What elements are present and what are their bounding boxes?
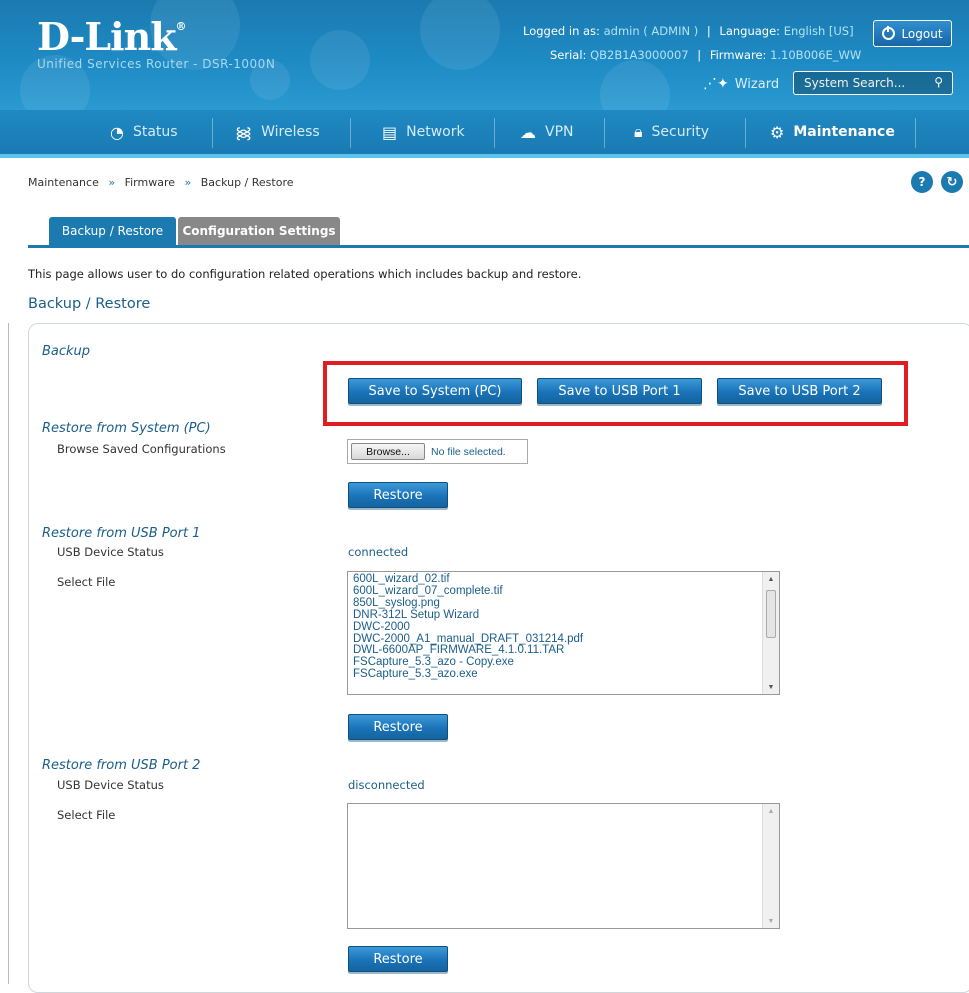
magic-wand-icon: ⋰✦ [703,76,729,92]
lock-icon: 🔒︎ [634,122,643,141]
decor-bubble [420,0,500,70]
nav-label: VPN [545,124,574,140]
browse-label: Browse Saved Configurations [57,442,226,456]
product-subtitle: Unified Services Router - DSR-1000N [37,57,276,71]
logged-in-user: admin ( ADMIN ) [603,24,699,38]
browse-button[interactable]: Browse... [351,443,425,460]
language-label: Language: [719,24,781,38]
restore-usb2-heading: Restore from USB Port 2 [42,758,201,773]
nav-label: Status [132,124,178,140]
nav-vpn[interactable]: ☁ VPN [520,110,574,154]
config-file-input[interactable]: Browse... No file selected. [347,439,528,464]
login-info: Logged in as: admin ( ADMIN ) | Language… [523,24,854,38]
usb2-status-label: USB Device Status [57,778,164,792]
main-nav: ◔ Status ᯼ Wireless ▤ Network ☁ VPN 🔒︎ S… [0,110,969,158]
nav-status[interactable]: ◔ Status [110,110,178,154]
usb1-file-list[interactable]: 600L_wizard_02.tif 600L_wizard_07_comple… [347,571,780,695]
logout-button[interactable]: Logout [873,20,952,47]
page-title: Backup / Restore [28,296,151,312]
list-item[interactable]: FSCapture_5.3_azo.exe [353,668,583,681]
list-item[interactable]: 850L_syslog.png [353,597,583,610]
scroll-up-icon[interactable]: ▲ [763,804,779,818]
breadcrumb-separator: » [184,176,192,189]
list-item[interactable]: DNR-312L Setup Wizard [353,609,583,622]
file-status: No file selected. [431,445,506,458]
usb1-status-value: connected [348,545,409,559]
nav-divider [212,118,213,148]
firmware-value: 1.10B006E_WW [770,48,862,62]
cloud-lock-icon: ☁ [520,122,536,142]
nav-label: Maintenance [793,124,895,140]
restore-pc-button[interactable]: Restore [348,482,448,508]
system-search-input[interactable]: System Search... ⚲ [793,71,953,95]
page-edge [8,323,9,984]
tab-backup-restore[interactable]: Backup / Restore [49,217,176,245]
nav-wireless[interactable]: ᯼ Wireless [235,110,320,154]
scroll-down-icon[interactable]: ▼ [763,914,779,928]
restore-usb2-button[interactable]: Restore [348,946,448,972]
dlink-logo: D-Link® [37,14,187,59]
breadcrumb: Maintenance » Firmware » Backup / Restor… [28,176,294,189]
nav-network[interactable]: ▤ Network [382,110,465,154]
firmware-label: Firmware: [709,48,767,62]
nav-security[interactable]: 🔒︎ Security [634,110,709,154]
breadcrumb-item[interactable]: Maintenance [28,176,99,189]
page-description: This page allows user to do configuratio… [28,267,582,281]
power-icon [882,26,896,40]
highlight-box [323,361,908,426]
scroll-down-icon[interactable]: ▼ [763,680,779,694]
usb2-list-scrollbar[interactable]: ▲ ▼ [762,804,779,928]
nav-divider [494,118,495,148]
nav-divider [604,118,605,148]
logged-in-label: Logged in as: [523,24,600,38]
wizard-link[interactable]: ⋰✦ Wizard [703,76,779,92]
backup-heading: Backup [42,344,91,359]
help-icon[interactable]: ? [911,171,933,193]
usb2-select-label: Select File [57,808,116,822]
nav-divider [745,118,746,148]
decor-bubble [600,60,670,110]
scroll-up-icon[interactable]: ▲ [763,572,779,586]
wifi-icon: ᯼ [235,123,253,142]
monitor-icon: ▤ [382,122,398,142]
header-banner: D-Link® Unified Services Router - DSR-10… [0,0,969,110]
nav-divider [350,118,351,148]
gauge-icon: ◔ [110,122,124,142]
scroll-thumb[interactable] [766,590,776,638]
tab-configuration-settings[interactable]: Configuration Settings [178,217,340,245]
nav-maintenance[interactable]: ⚙ Maintenance [770,110,895,154]
usb2-status-value: disconnected [348,778,425,792]
usb1-status-label: USB Device Status [57,545,164,559]
restore-usb1-heading: Restore from USB Port 1 [42,526,201,541]
language-value[interactable]: English [US] [784,24,854,38]
wizard-label: Wizard [734,76,780,92]
search-icon[interactable]: ⚲ [934,75,943,89]
usb1-select-label: Select File [57,575,116,589]
usb2-file-list[interactable]: ▲ ▼ [347,803,780,929]
breadcrumb-item-current: Backup / Restore [200,176,294,189]
nav-label: Wireless [261,124,320,140]
usb1-list-scrollbar[interactable]: ▲ ▼ [762,572,779,694]
gears-icon: ⚙ [770,122,785,142]
nav-label: Security [651,124,710,140]
nav-label: Network [406,124,465,140]
tab-underline [28,245,969,248]
serial-info: Serial: QB2B1A3000007 | Firmware: 1.10B0… [550,48,862,62]
logout-label: Logout [901,26,943,41]
serial-label: Serial: [550,48,587,62]
restore-pc-heading: Restore from System (PC) [42,421,211,436]
search-placeholder: System Search... [804,76,906,90]
breadcrumb-separator: » [108,176,116,189]
serial-value: QB2B1A3000007 [590,48,689,62]
restore-usb1-button[interactable]: Restore [348,714,448,740]
breadcrumb-item[interactable]: Firmware [125,176,175,189]
refresh-icon[interactable]: ↻ [941,171,963,193]
nav-divider [915,118,916,148]
list-item[interactable]: DWC-2000 [353,621,583,634]
decor-bubble [310,30,370,90]
